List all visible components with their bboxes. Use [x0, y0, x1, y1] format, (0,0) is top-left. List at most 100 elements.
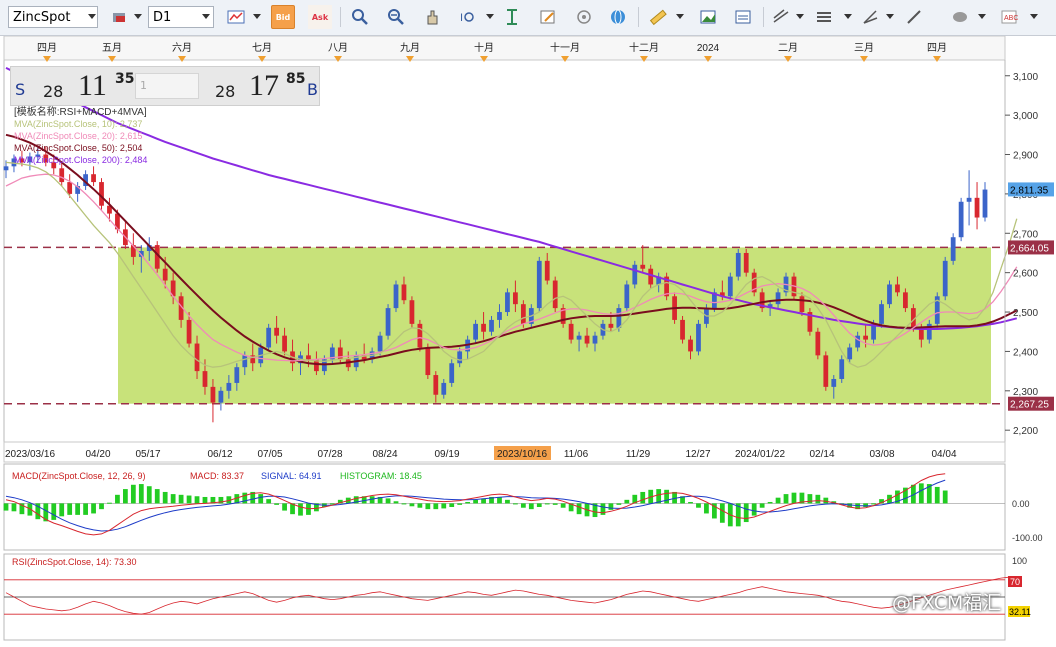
candle-body	[401, 284, 407, 301]
histogram-bar	[544, 503, 550, 505]
chevron-down-icon[interactable]	[844, 14, 852, 19]
month-label: 八月	[328, 42, 348, 54]
buy-price-pips[interactable]: 85	[286, 71, 305, 87]
histogram-bar	[616, 503, 622, 505]
candle-body	[186, 319, 192, 344]
ma-legend-item: MVA(ZincSpot.Close, 50): 2,504	[14, 143, 142, 153]
candle-body	[982, 189, 988, 218]
candle-body	[974, 197, 980, 218]
buy-price-big[interactable]: 17	[249, 69, 279, 103]
signal-value: SIGNAL: 64.91	[261, 471, 322, 481]
horizontal-line-icon[interactable]	[812, 5, 836, 29]
ma-legend-item: MVA(ZincSpot.Close, 20): 2,615	[14, 131, 142, 141]
chevron-down-icon[interactable]	[88, 14, 96, 19]
rsi-tick-70: 70	[1010, 577, 1020, 587]
sell-price-big[interactable]: 11	[78, 69, 107, 103]
chevron-down-icon[interactable]	[486, 14, 494, 19]
chevron-down-icon[interactable]	[1030, 14, 1038, 19]
histogram-bar	[560, 503, 566, 508]
histogram-bar	[146, 486, 152, 504]
fan-tool-icon[interactable]	[858, 5, 882, 29]
histogram-bar	[393, 501, 399, 504]
template-icon[interactable]	[731, 5, 755, 29]
text-tool-icon[interactable]: ABC	[997, 5, 1021, 29]
sell-price-prefix[interactable]: 28	[43, 82, 63, 101]
fit-vertical-icon[interactable]	[500, 5, 524, 29]
histogram-bar	[409, 503, 415, 507]
histogram-bar	[942, 490, 948, 504]
histogram-bar	[918, 483, 924, 504]
candle-body	[91, 174, 96, 183]
globe-icon[interactable]	[606, 5, 630, 29]
hand-tool-icon[interactable]	[420, 5, 444, 29]
candle-body	[648, 268, 654, 285]
symbol-select[interactable]: ZincSpot	[8, 6, 98, 28]
buy-price-prefix[interactable]: 28	[215, 82, 235, 101]
buy-label[interactable]: B	[307, 80, 318, 99]
candle-body	[425, 347, 431, 376]
histogram-bar	[552, 503, 558, 505]
svg-text:2,664.05: 2,664.05	[1010, 243, 1049, 254]
support-tag: 2,267.25	[1008, 396, 1054, 411]
autoscale-icon[interactable]: I	[455, 5, 479, 29]
sell-price-pips[interactable]: 35	[115, 71, 134, 87]
chevron-down-icon[interactable]	[796, 14, 804, 19]
candle-body	[640, 264, 646, 269]
date-label: 05/17	[135, 449, 160, 460]
chevron-down-icon[interactable]	[886, 14, 894, 19]
lot-size-input[interactable]: 1	[135, 73, 199, 99]
candle-body	[473, 323, 478, 340]
chevron-down-icon[interactable]	[202, 14, 210, 19]
histogram-bar	[513, 503, 518, 505]
chart-type-icon[interactable]	[224, 5, 248, 29]
candle-body	[847, 347, 853, 360]
candle-body	[162, 268, 168, 281]
histogram-bar	[242, 492, 248, 504]
zoom-out-icon[interactable]	[384, 5, 408, 29]
histogram-bar	[807, 494, 813, 504]
date-label: 2024/01/22	[735, 449, 785, 460]
candle-body	[895, 284, 900, 293]
current-price-tag: 2,811.35	[1008, 182, 1054, 197]
visibility-icon[interactable]	[572, 5, 596, 29]
histogram-bar	[743, 503, 749, 523]
chevron-down-icon[interactable]	[676, 14, 684, 19]
shape-icon[interactable]	[948, 5, 972, 29]
sell-label[interactable]: S	[15, 80, 25, 99]
date-label: 03/08	[869, 449, 894, 460]
ma-legend-item: MVA(ZincSpot.Close, 200): 2,484	[14, 155, 147, 165]
candle-body	[576, 335, 582, 340]
bid-button[interactable]: Bid	[271, 5, 295, 29]
date-label: 07/05	[257, 449, 282, 460]
ask-button[interactable]: Ask	[308, 5, 332, 29]
watermark: @FXCM福汇	[892, 592, 1002, 614]
zoom-in-icon[interactable]	[348, 5, 372, 29]
trendline-icon[interactable]	[902, 5, 926, 29]
histogram-bar	[194, 496, 200, 504]
image-icon[interactable]	[696, 5, 720, 29]
edit-chart-icon[interactable]	[536, 5, 560, 29]
candle-body	[234, 367, 240, 383]
date-label: 09/19	[434, 449, 459, 460]
candle-body	[950, 237, 956, 261]
template-label: [模板名称:RSI+MACD+4MVA]	[14, 105, 147, 118]
draw-line-icon[interactable]	[769, 5, 793, 29]
candle-body	[831, 378, 837, 387]
ruler-icon[interactable]	[646, 5, 670, 29]
month-label: 五月	[102, 42, 122, 54]
chevron-down-icon[interactable]	[134, 14, 142, 19]
order-type-icon[interactable]	[108, 5, 132, 29]
candle-body	[306, 355, 311, 360]
histogram-bar	[115, 494, 120, 504]
chevron-down-icon[interactable]	[978, 14, 986, 19]
date-label: 07/28	[317, 449, 342, 460]
price-tick-label: 2,400	[1013, 347, 1038, 358]
price-tick-label: 2,900	[1013, 151, 1038, 162]
candle-body	[3, 166, 9, 171]
chart-area[interactable]: 四月 五月 六月 七月 八月 九月 十月 十一月 十二月 2024 二月 三月 四月 3,100 3,00…	[0, 35, 1056, 643]
chevron-down-icon[interactable]	[253, 14, 261, 19]
histogram-bar	[401, 503, 407, 505]
date-label: 04/20	[85, 449, 110, 460]
rsi-title: RSI(ZincSpot.Close, 14): 73.30	[12, 557, 137, 567]
histogram-bar	[751, 503, 757, 516]
